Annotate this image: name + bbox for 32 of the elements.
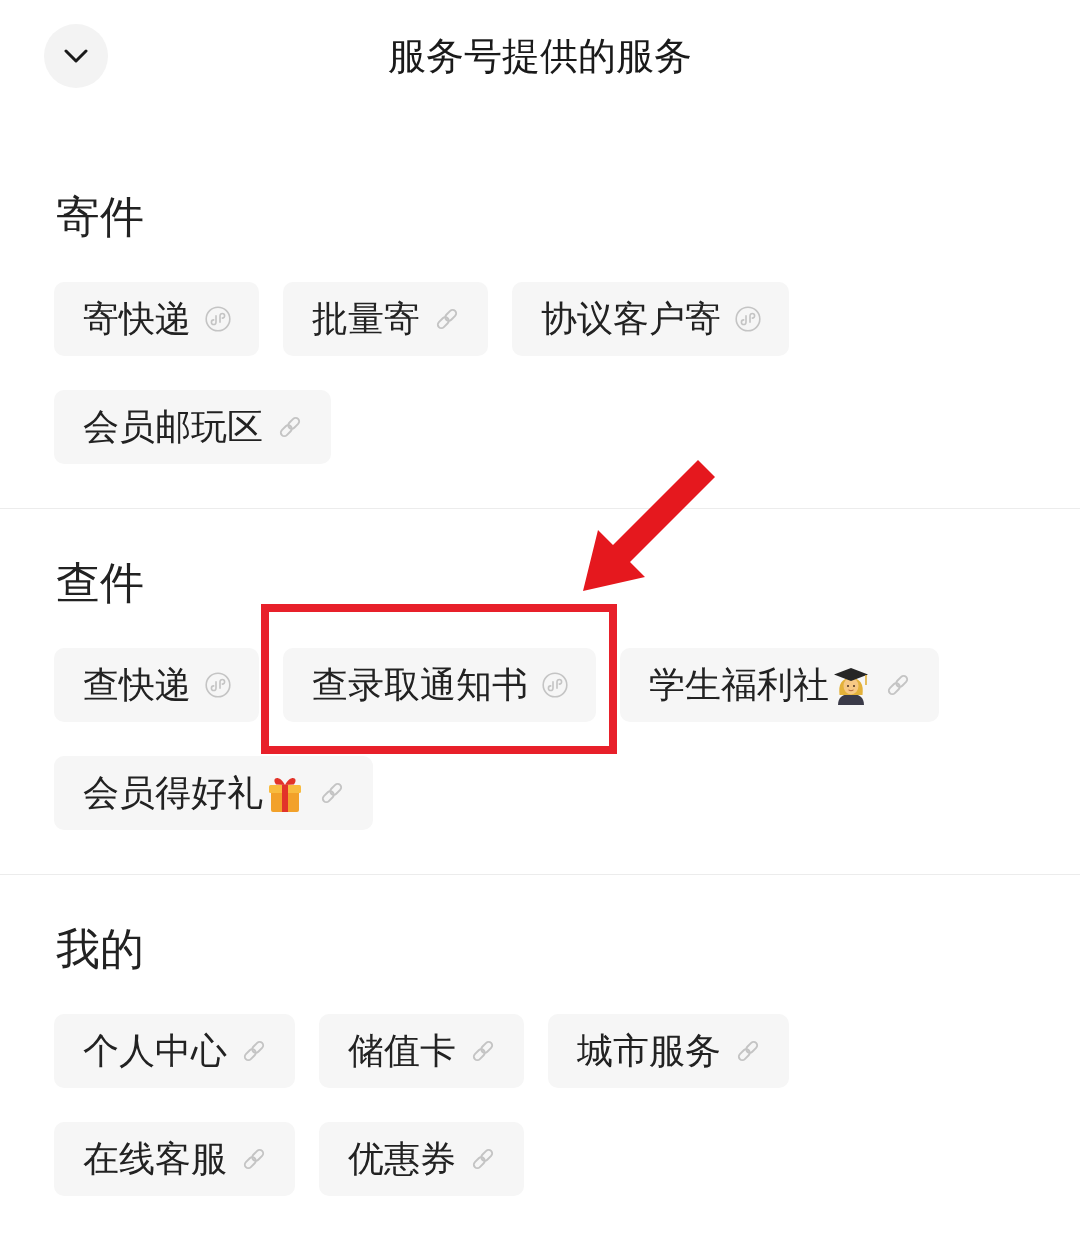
service-button[interactable]: 优惠券	[319, 1122, 524, 1196]
link-icon	[470, 1038, 496, 1064]
link-icon	[277, 414, 303, 440]
service-button[interactable]: 储值卡	[319, 1014, 524, 1088]
link-icon	[434, 306, 460, 332]
link-icon	[319, 780, 345, 806]
service-button[interactable]: 城市服务	[548, 1014, 789, 1088]
link-icon	[735, 1038, 761, 1064]
graduate-woman-icon	[831, 665, 871, 705]
circled-swirl-icon	[735, 306, 761, 332]
service-button[interactable]: 个人中心	[54, 1014, 295, 1088]
circled-swirl-icon	[542, 672, 568, 698]
link-icon	[885, 672, 911, 698]
link-icon	[241, 1146, 267, 1172]
service-button[interactable]: 查录取通知书	[283, 648, 596, 722]
link-icon	[470, 1146, 496, 1172]
section-heading: 我的	[55, 923, 145, 975]
service-button[interactable]: 学生福利社	[620, 648, 939, 722]
circled-swirl-icon	[205, 672, 231, 698]
section-heading: 查件	[55, 557, 145, 609]
service-button[interactable]: 查快递	[54, 648, 259, 722]
service-button[interactable]: 协议客户寄	[512, 282, 789, 356]
link-icon	[241, 1038, 267, 1064]
page-title: 服务号提供的服务	[388, 33, 692, 80]
section-heading: 寄件	[55, 191, 145, 243]
service-button[interactable]: 在线客服	[54, 1122, 295, 1196]
service-button[interactable]: 批量寄	[283, 282, 488, 356]
service-button[interactable]: 会员得好礼	[54, 756, 373, 830]
chevron-down-icon	[64, 49, 88, 63]
circled-swirl-icon	[205, 306, 231, 332]
service-button[interactable]: 寄快递	[54, 282, 259, 356]
service-button[interactable]: 会员邮玩区	[54, 390, 331, 464]
